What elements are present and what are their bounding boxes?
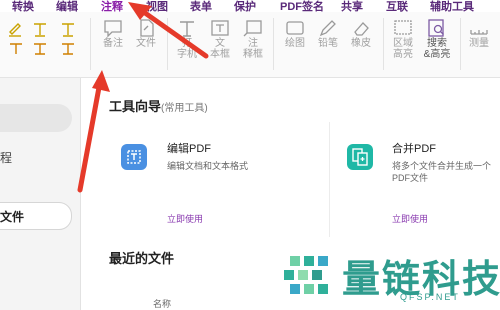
textbox-label: 文 本框: [210, 38, 230, 60]
drawing-label: 绘图: [285, 38, 305, 49]
measure-label: 测量: [469, 38, 489, 49]
menu-bar: 转换 编辑 注释 视图 表单 保护 PDF签名 共享 互联 辅助工具: [0, 0, 500, 16]
textbox-tool[interactable]: 文 本框: [205, 18, 235, 60]
edit-pdf-use-link[interactable]: 立即使用: [167, 212, 203, 225]
search-highlight-label: 搜索 &高亮: [423, 38, 451, 60]
tool-guide-title: 工具向导: [109, 99, 162, 114]
recent-files-name-column[interactable]: 名称: [153, 297, 171, 310]
textbox-icon: [211, 20, 229, 36]
watermark: 量链科技 QFSP.NET: [280, 248, 500, 308]
card-divider: [329, 122, 330, 237]
merge-pdf-desc: 将多个文件合并生成一个PDF文件: [392, 161, 492, 183]
search-highlight-icon: [428, 19, 444, 37]
toolbar-separator: [460, 18, 461, 70]
callout-tool[interactable]: 注 释框: [238, 18, 268, 60]
typewriter-icon: [180, 21, 194, 37]
toolbar-separator: [383, 18, 384, 70]
note-label: 备注: [103, 38, 123, 49]
drawing-icon: [286, 21, 304, 35]
file-attach-icon: [140, 19, 154, 37]
text-markup-icons[interactable]: [4, 18, 84, 56]
pencil-label: 铅笔: [318, 38, 338, 49]
merge-pdf-icon[interactable]: [347, 144, 373, 170]
area-highlight-tool[interactable]: 区域 高亮: [388, 18, 418, 60]
tool-guide-subtitle: (常用工具): [161, 103, 208, 114]
measure-tool[interactable]: 测量: [464, 18, 494, 49]
tool-guide-heading: 工具向导(常用工具): [109, 96, 208, 115]
toolbar-separator: [90, 18, 91, 70]
eraser-icon: [354, 22, 369, 36]
recent-files-title: 最近的文件: [109, 251, 175, 266]
area-highlight-icon: [394, 20, 412, 35]
toolbar-separator: [167, 18, 168, 70]
annotation-toolbar: 备注 文件 打 字机 文 本框 注 释框 绘图 铅笔 橡皮 区域 高亮 搜索 &…: [0, 12, 500, 78]
eraser-tool[interactable]: 橡皮: [346, 18, 376, 49]
note-icon: [104, 20, 122, 38]
watermark-logo-icon: [284, 256, 328, 294]
left-panel-item-highlighted[interactable]: [0, 104, 72, 132]
note-tool[interactable]: 备注: [98, 18, 128, 49]
search-highlight-tool[interactable]: 搜索 &高亮: [421, 18, 453, 60]
merge-pdf-use-link[interactable]: 立即使用: [392, 212, 428, 225]
file-attach-label: 文件: [136, 38, 156, 49]
callout-icon: [243, 20, 262, 37]
typewriter-tool[interactable]: 打 字机: [172, 18, 202, 60]
toolbar-separator: [273, 18, 274, 70]
pencil-icon: [319, 20, 336, 37]
merge-pdf-title[interactable]: 合并PDF: [392, 140, 436, 156]
file-attach-tool[interactable]: 文件: [131, 18, 161, 49]
edit-pdf-desc: 编辑文档和文本格式: [167, 161, 249, 171]
typewriter-label: 打 字机: [177, 38, 197, 60]
pencil-tool[interactable]: 铅笔: [313, 18, 343, 49]
left-panel-item[interactable]: 程: [0, 149, 12, 166]
edit-pdf-icon[interactable]: [121, 144, 147, 170]
left-panel: 程 文件: [0, 78, 81, 310]
callout-label: 注 释框: [243, 38, 263, 60]
area-highlight-label: 区域 高亮: [393, 38, 413, 60]
eraser-label: 橡皮: [351, 38, 371, 49]
left-panel-selected-label: 文件: [0, 210, 25, 224]
measure-icon: [470, 30, 488, 35]
edit-pdf-title[interactable]: 编辑PDF: [167, 140, 211, 156]
drawing-tool[interactable]: 绘图: [280, 18, 310, 49]
watermark-subtext: QFSP.NET: [400, 292, 460, 302]
